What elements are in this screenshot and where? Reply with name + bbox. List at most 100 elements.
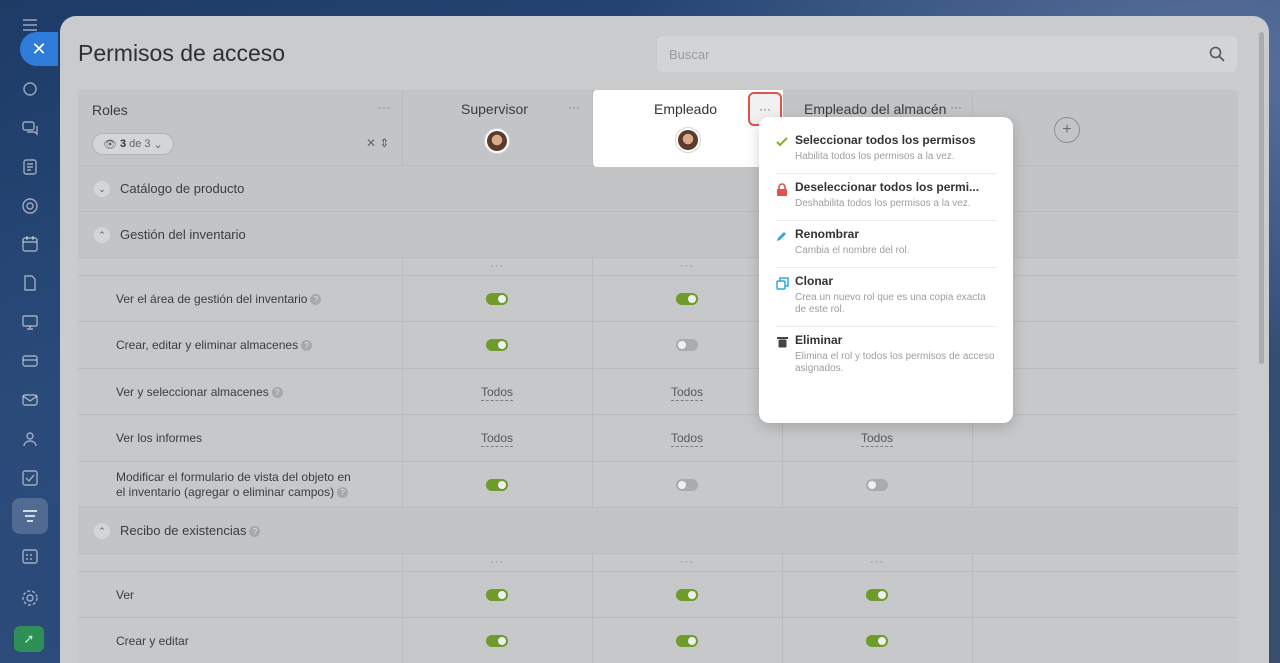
menu-item-deselect-all[interactable]: Deseleccionar todos los permi... Deshabi… [775,174,997,221]
chevron-up-icon[interactable]: ⌃ [94,227,110,243]
menu-item-rename[interactable]: Renombrar Cambia el nombre del rol. [775,221,997,268]
group-label: Recibo de existencias? [120,523,261,538]
scope-selector-supervisor[interactable]: Todos [481,431,514,447]
help-icon[interactable]: ? [271,387,283,399]
calendar-icon[interactable] [19,233,41,255]
inventory-icon[interactable] [19,505,41,527]
supervisor-bulk-more-icon[interactable]: ··· [490,260,504,272]
toggle-supervisor[interactable] [486,589,508,601]
lock-icon [775,182,789,196]
roles-more-icon[interactable]: ··· [378,100,390,114]
permissions-table: Roles ··· 👁 3 de 3 ⌄ ✕ ⇕ Supervisor ··· … [78,90,1238,663]
permission-label: Ver [116,588,135,602]
permission-label: Crear y editar [116,634,189,648]
roles-filter-pill[interactable]: 👁 3 de 3 ⌄ [92,133,174,155]
almacen-bulk-more-icon[interactable]: ··· [870,556,884,568]
search-box[interactable] [657,36,1237,72]
mail-icon[interactable] [19,389,41,411]
toggle-almacen[interactable] [866,589,888,601]
avatar [675,127,701,153]
permission-label: Ver y seleccionar almacenes? [116,385,283,400]
permission-label: Crear, editar y eliminar almacenes? [116,338,313,353]
filter-count: 3 [119,138,127,150]
toggle-empleado[interactable] [676,589,698,601]
help-icon[interactable]: ? [310,294,322,306]
almacen-more-icon[interactable]: ··· [950,100,962,114]
document-icon[interactable] [19,156,41,178]
schedule-icon[interactable] [19,545,41,567]
toggle-supervisor[interactable] [486,479,508,491]
bulk-actions-row: ··· ··· ··· [78,554,1238,572]
avatar [484,128,510,154]
collapse-sort-icon[interactable]: ✕ ⇕ [366,136,389,150]
search-input[interactable] [669,46,1209,62]
table-row: Crear y editar [78,618,1238,663]
page-title: Permisos de acceso [78,40,286,66]
menu-item-select-all[interactable]: Seleccionar todos los permisos Habilita … [775,127,997,174]
empleado-bulk-more-icon[interactable]: ··· [680,260,694,272]
search-icon[interactable] [1209,46,1225,62]
feed-icon[interactable] [19,78,41,100]
column-supervisor: Supervisor [461,101,528,117]
board-icon[interactable] [19,311,41,333]
users-icon[interactable] [19,428,41,450]
table-row: Ver [78,572,1238,618]
column-empleado-almacen: Empleado del almacén [804,101,947,117]
toggle-empleado[interactable] [676,479,698,491]
tasks-icon[interactable] [19,467,41,489]
group-label: Gestión del inventario [120,227,246,242]
left-sidebar: ➚ [0,0,60,663]
add-role-button[interactable]: + [1054,117,1080,143]
trash-icon [775,335,789,349]
scope-selector-empleado[interactable]: Todos [671,431,704,447]
group-row-recibo[interactable]: ⌃ Recibo de existencias? [78,508,1238,554]
supervisor-more-icon[interactable]: ··· [568,100,580,114]
scope-selector-almacen[interactable]: Todos [861,431,894,447]
table-row: Modificar el formulario de vista del obj… [78,462,1238,508]
toggle-empleado[interactable] [676,635,698,647]
group-row-catalogo[interactable]: ⌄ Catálogo de producto [78,166,1238,212]
toggle-supervisor[interactable] [486,635,508,647]
filter-total: de 3 [129,138,151,150]
group-label: Catálogo de producto [120,181,245,196]
help-icon[interactable]: ? [301,340,313,352]
card-icon[interactable] [19,350,41,372]
help-icon[interactable]: ? [249,526,261,538]
pencil-icon [775,229,789,243]
chevron-down-icon: ⌄ [153,138,163,151]
permission-label: Modificar el formulario de vista del obj… [116,470,351,499]
scope-selector-empleado[interactable]: Todos [671,385,704,401]
rocket-icon[interactable]: ➚ [14,626,44,652]
menu-item-clone[interactable]: Clonar Crea un nuevo rol que es una copi… [775,268,997,327]
menu-item-delete[interactable]: Eliminar Elimina el rol y todos los perm… [775,327,997,385]
file-icon[interactable] [19,272,41,294]
role-context-menu: Seleccionar todos los permisos Habilita … [759,117,1013,423]
chat-icon[interactable] [19,117,41,139]
roles-label: Roles [92,102,128,118]
help-icon[interactable]: ? [337,487,349,499]
table-row: Ver los informes Todos Todos Todos [78,415,1238,462]
toggle-empleado[interactable] [676,339,698,351]
chevron-down-icon[interactable]: ⌄ [94,181,110,197]
settings-icon[interactable] [19,587,41,609]
toggle-almacen[interactable] [866,479,888,491]
clone-icon [775,276,789,290]
column-empleado-header: Empleado ··· [593,90,783,167]
scope-selector-supervisor[interactable]: Todos [481,385,514,401]
permission-label: Ver los informes [116,431,203,445]
chevron-up-icon[interactable]: ⌃ [94,523,110,539]
close-icon[interactable]: ✕ [20,32,58,66]
permission-label: Ver el área de gestión del inventario? [116,292,322,307]
bulk-actions-row: ··· ··· [78,258,1238,276]
check-icon [775,135,789,149]
group-row-inventario[interactable]: ⌃ Gestión del inventario [78,212,1238,258]
toggle-almacen[interactable] [866,635,888,647]
target-icon[interactable] [19,195,41,217]
vertical-scrollbar[interactable] [1259,32,1264,364]
toggle-empleado[interactable] [676,293,698,305]
toggle-supervisor[interactable] [486,339,508,351]
empleado-bulk-more-icon[interactable]: ··· [680,556,694,568]
table-row: Ver el área de gestión del inventario? [78,276,1238,322]
toggle-supervisor[interactable] [486,293,508,305]
supervisor-bulk-more-icon[interactable]: ··· [490,556,504,568]
